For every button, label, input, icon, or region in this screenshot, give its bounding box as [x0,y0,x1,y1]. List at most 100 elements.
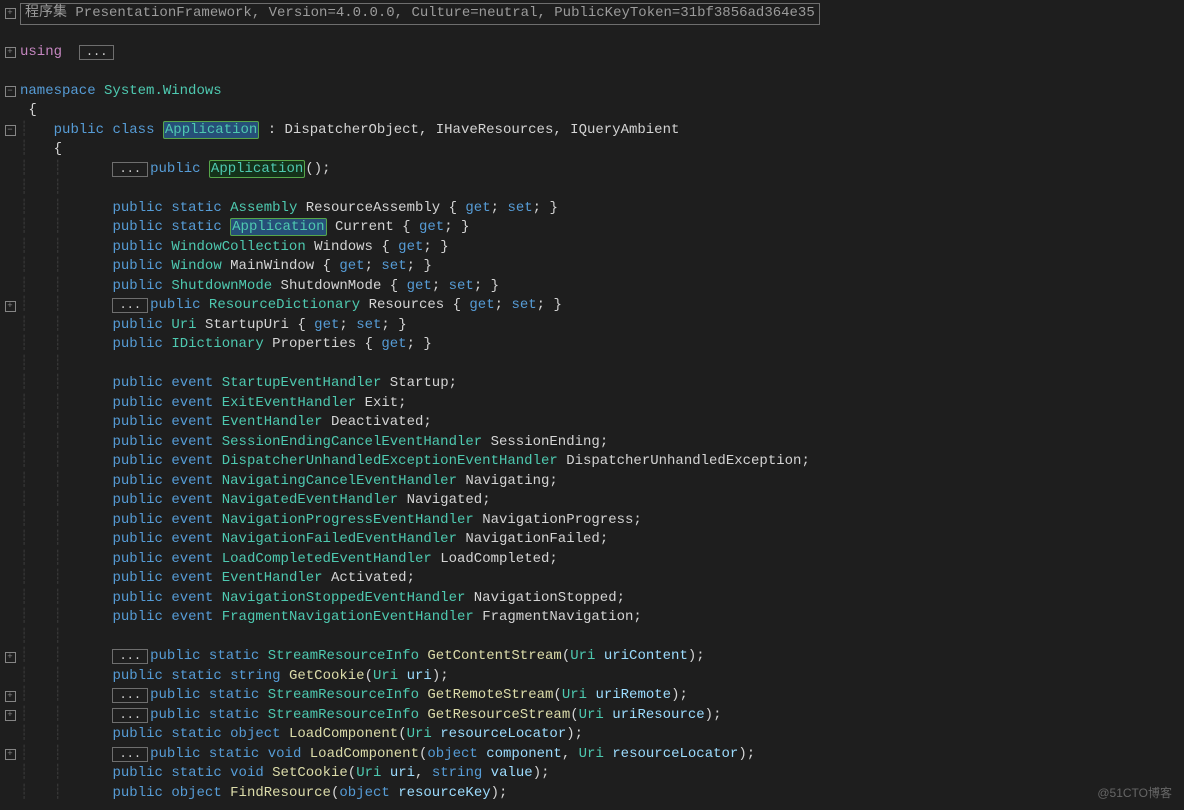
return-type: void [230,765,264,781]
code-line[interactable]: +┊ ┊ ...public static StreamResourceInfo… [0,687,1184,707]
code-line[interactable]: ┊ ┊ public event NavigatedEventHandler N… [0,492,1184,512]
event-type: LoadCompletedEventHandler [222,551,432,567]
fold-gutter: + [0,652,20,663]
property-name: Windows [314,239,373,255]
event-name: NavigationProgress [482,512,633,528]
code-line[interactable]: ┊ { [0,141,1184,161]
property-name: ResourceAssembly [306,200,440,216]
fold-expand-icon[interactable]: + [5,301,16,312]
fold-expand-icon[interactable]: + [5,47,16,58]
code-line[interactable]: +┊ ┊ ...public ResourceDictionary Resour… [0,297,1184,317]
return-type: object [230,726,280,742]
fold-expand-icon[interactable]: + [5,691,16,702]
code-line[interactable]: ┊ ┊ public static object LoadComponent(U… [0,726,1184,746]
fold-expand-icon[interactable]: + [5,710,16,721]
code-line[interactable] [0,24,1184,44]
property-name: MainWindow [230,258,314,274]
code-line[interactable]: ┊ ┊ public event StartupEventHandler Sta… [0,375,1184,395]
return-type: object [171,785,221,801]
event-name: FragmentNavigation [482,609,633,625]
method-name: SetCookie [272,765,348,781]
code-line[interactable]: ┊ ┊ public event EventHandler Deactivate… [0,414,1184,434]
code-line[interactable]: ┊ ┊ public static string GetCookie(Uri u… [0,667,1184,687]
code-line[interactable]: ┊ ┊ public static Assembly ResourceAssem… [0,199,1184,219]
param-name: value [491,765,533,781]
code-line[interactable]: ┊ ┊ public event ExitEventHandler Exit; [0,394,1184,414]
property-type: Window [171,258,221,274]
class-name-highlighted: Application [163,121,259,139]
return-type: StreamResourceInfo [268,648,419,664]
code-line[interactable]: ┊ ┊ [0,180,1184,200]
code-line[interactable]: ┊ ┊ public event NavigationStoppedEventH… [0,589,1184,609]
param-name: resourceLocator [612,746,738,762]
collapsed-region[interactable]: ... [112,747,148,762]
fold-gutter: + [0,710,20,721]
code-line[interactable]: +程序集 PresentationFramework, Version=4.0.… [0,4,1184,24]
event-type: NavigationFailedEventHandler [222,531,457,547]
fold-gutter: − [0,125,20,136]
method-name: LoadComponent [289,726,398,742]
param-name: uriContent [604,648,688,664]
collapsed-region[interactable]: ... [112,162,148,177]
param-name: uri [390,765,415,781]
collapsed-region[interactable]: ... [112,708,148,723]
code-line[interactable]: ┊ ┊ public static Application Current { … [0,219,1184,239]
event-type: NavigatedEventHandler [222,492,398,508]
event-name: Startup [390,375,449,391]
code-line[interactable]: +using ... [0,43,1184,63]
code-line[interactable]: ┊ ┊ public ShutdownMode ShutdownMode { g… [0,277,1184,297]
property-name: Resources [369,297,445,313]
code-line[interactable]: ┊ ┊ ...public Application(); [0,160,1184,180]
event-type: SessionEndingCancelEventHandler [222,434,482,450]
code-line[interactable]: −┊ public class Application : Dispatcher… [0,121,1184,141]
code-line[interactable]: +┊ ┊ ...public static StreamResourceInfo… [0,706,1184,726]
fold-collapse-icon[interactable]: − [5,86,16,97]
code-line[interactable]: +┊ ┊ ...public static void LoadComponent… [0,745,1184,765]
event-name: SessionEnding [491,434,600,450]
fold-collapse-icon[interactable]: − [5,125,16,136]
property-name: Properties [272,336,356,352]
code-line[interactable] [0,63,1184,83]
code-line[interactable]: ┊ ┊ public static void SetCookie(Uri uri… [0,765,1184,785]
code-line[interactable]: ┊ ┊ public event LoadCompletedEventHandl… [0,550,1184,570]
code-line[interactable]: { [0,102,1184,122]
event-type: EventHandler [222,570,323,586]
collapsed-region[interactable]: ... [112,298,148,313]
event-name: Exit [365,395,399,411]
code-line[interactable]: ┊ ┊ [0,355,1184,375]
code-line[interactable]: ┊ ┊ public IDictionary Properties { get;… [0,336,1184,356]
collapsed-region[interactable]: ... [112,649,148,664]
fold-expand-icon[interactable]: + [5,749,16,760]
param-name: resourceKey [398,785,490,801]
event-name: LoadCompleted [440,551,549,567]
collapsed-region[interactable]: ... [79,45,115,60]
code-line[interactable]: ┊ ┊ public event FragmentNavigationEvent… [0,609,1184,629]
code-line[interactable]: ┊ ┊ public event NavigatingCancelEventHa… [0,472,1184,492]
code-line[interactable]: ┊ ┊ public WindowCollection Windows { ge… [0,238,1184,258]
fold-gutter: − [0,86,20,97]
fold-gutter: + [0,749,20,760]
property-type: ShutdownMode [171,278,272,294]
collapsed-region[interactable]: ... [112,688,148,703]
fold-expand-icon[interactable]: + [5,8,16,19]
code-line[interactable]: −namespace System.Windows [0,82,1184,102]
code-line[interactable]: ┊ ┊ public Window MainWindow { get; set;… [0,258,1184,278]
fold-gutter: + [0,301,20,312]
event-name: NavigationStopped [474,590,617,606]
code-line[interactable]: ┊ ┊ public event NavigationFailedEventHa… [0,531,1184,551]
code-line[interactable]: ┊ ┊ public event DispatcherUnhandledExce… [0,453,1184,473]
event-type: NavigationStoppedEventHandler [222,590,466,606]
code-line[interactable]: ┊ ┊ public event EventHandler Activated; [0,570,1184,590]
fold-expand-icon[interactable]: + [5,652,16,663]
code-line[interactable]: ┊ ┊ public object FindResource(object re… [0,784,1184,804]
param-name: resourceLocator [440,726,566,742]
code-line[interactable]: ┊ ┊ public event SessionEndingCancelEven… [0,433,1184,453]
code-line[interactable]: ┊ ┊ [0,628,1184,648]
method-name: FindResource [230,785,331,801]
code-line[interactable]: +┊ ┊ ...public static StreamResourceInfo… [0,648,1184,668]
param-name: uriRemote [595,687,671,703]
code-editor[interactable]: +程序集 PresentationFramework, Version=4.0.… [0,0,1184,808]
code-line[interactable]: ┊ ┊ public Uri StartupUri { get; set; } [0,316,1184,336]
code-line[interactable]: ┊ ┊ public event NavigationProgressEvent… [0,511,1184,531]
event-name: Deactivated [331,414,423,430]
